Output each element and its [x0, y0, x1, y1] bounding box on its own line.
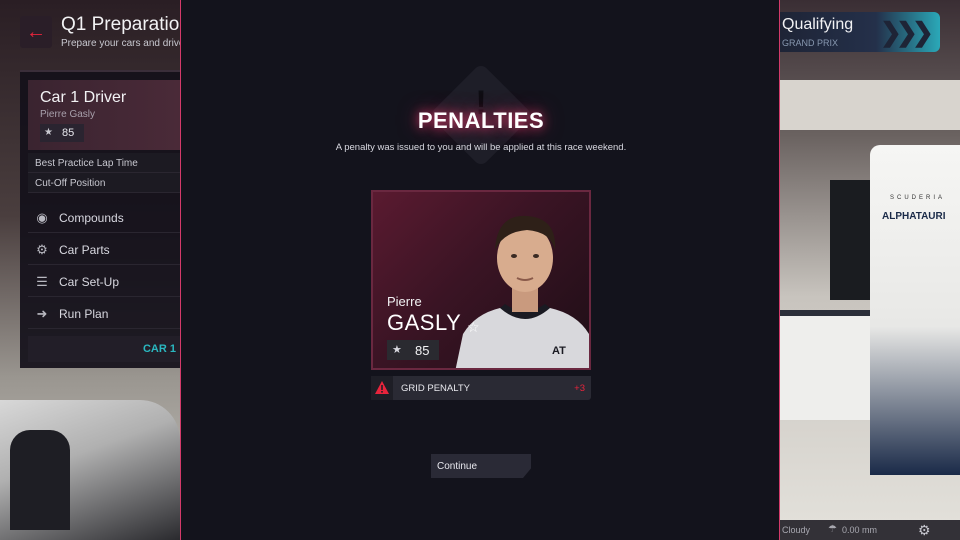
driver-portrait: AT ☆ [455, 215, 589, 368]
screen: SCUDERIA ALPHATAURI ← Q1 Preparation Pre… [0, 0, 960, 540]
car-parts-icon: ⚙ [36, 242, 48, 257]
driver-panel: Car 1 Driver Pierre Gasly ★ 85 Best Prac… [20, 70, 180, 368]
race-car-image [0, 400, 180, 540]
team-brand: ALPHATAURI [882, 211, 946, 222]
weather-label: Cloudy [782, 525, 811, 535]
warning-icon [371, 376, 393, 400]
driver-panel-header: Car 1 Driver Pierre Gasly ★ 85 [28, 80, 180, 150]
settings-gear-icon[interactable]: ⚙ [918, 522, 931, 539]
session-title: Qualifying [782, 16, 854, 33]
svg-text:☆: ☆ [467, 320, 480, 336]
team-brand-small: SCUDERIA [890, 195, 946, 201]
rain-amount: 0.00 mm [842, 525, 878, 535]
driver-rating-value: 85 [415, 343, 430, 358]
driver-first-name: Pierre [387, 294, 422, 309]
sliders-icon: ☰ [36, 274, 48, 289]
best-practice-lap-row: Best Practice Lap Time [28, 153, 180, 173]
driver-rating-badge: ★ 85 [387, 340, 439, 360]
driver-panel-title: Car 1 Driver [40, 89, 127, 106]
continue-button[interactable]: Continue [431, 454, 531, 478]
penalty-row: GRID PENALTY +3 [371, 376, 591, 400]
rating-star-icon: ★ [44, 127, 53, 138]
team-pod: SCUDERIA ALPHATAURI [870, 145, 960, 475]
driver-rating-value: 85 [62, 127, 75, 139]
car-selector[interactable]: CAR 1 [28, 336, 180, 362]
garage-background-right: SCUDERIA ALPHATAURI [780, 0, 960, 540]
menu-label: Car Parts [59, 243, 110, 257]
cut-off-position-row: Cut-Off Position [28, 173, 180, 193]
driver-last-name: GASLY [387, 310, 462, 335]
penalties-modal: ! PENALTIES A penalty was issued to you … [180, 0, 780, 540]
menu-label: Car Set-Up [59, 275, 120, 289]
rating-star-icon: ★ [392, 344, 402, 356]
penalty-value: +3 [574, 383, 585, 394]
modal-title: PENALTIES [417, 108, 545, 133]
back-button[interactable]: ← [20, 16, 52, 48]
garage-desk [780, 310, 870, 420]
car-selector-label: CAR 1 [142, 343, 176, 355]
driver-name: Pierre Gasly [40, 109, 96, 120]
modal-subtitle: A penalty was issued to you and will be … [335, 142, 627, 153]
rain-icon: ☂ [828, 524, 837, 535]
menu-label: Compounds [59, 211, 124, 225]
penalty-label: GRID PENALTY [401, 383, 470, 394]
menu-run-plan[interactable]: ➜ Run Plan [28, 298, 180, 329]
run-plan-icon: ➜ [36, 306, 48, 321]
session-subtitle: GRAND PRIX [782, 38, 839, 48]
menu-car-set-up[interactable]: ☰ Car Set-Up [28, 266, 180, 297]
garage-wall [780, 80, 960, 130]
svg-text:AT: AT [552, 345, 566, 357]
weather-status-bar: Cloudy ☂ 0.00 mm ⚙ [780, 520, 960, 540]
menu-label: Run Plan [59, 307, 109, 321]
back-arrow-icon: ← [26, 21, 46, 43]
page-subtitle: Prepare your cars and drivers [61, 38, 180, 49]
driver-rating-badge: ★ 85 [40, 124, 84, 142]
page-title: Q1 Preparation [61, 14, 180, 35]
garage-shelf [830, 180, 870, 300]
driver-card: AT ☆ Pierre GASLY ★ 85 [371, 190, 591, 370]
tyre-icon: ◉ [36, 210, 48, 225]
menu-compounds[interactable]: ◉ Compounds [28, 202, 180, 233]
menu-car-parts[interactable]: ⚙ Car Parts [28, 234, 180, 265]
chevron-right-icon: ❯ [912, 17, 934, 47]
